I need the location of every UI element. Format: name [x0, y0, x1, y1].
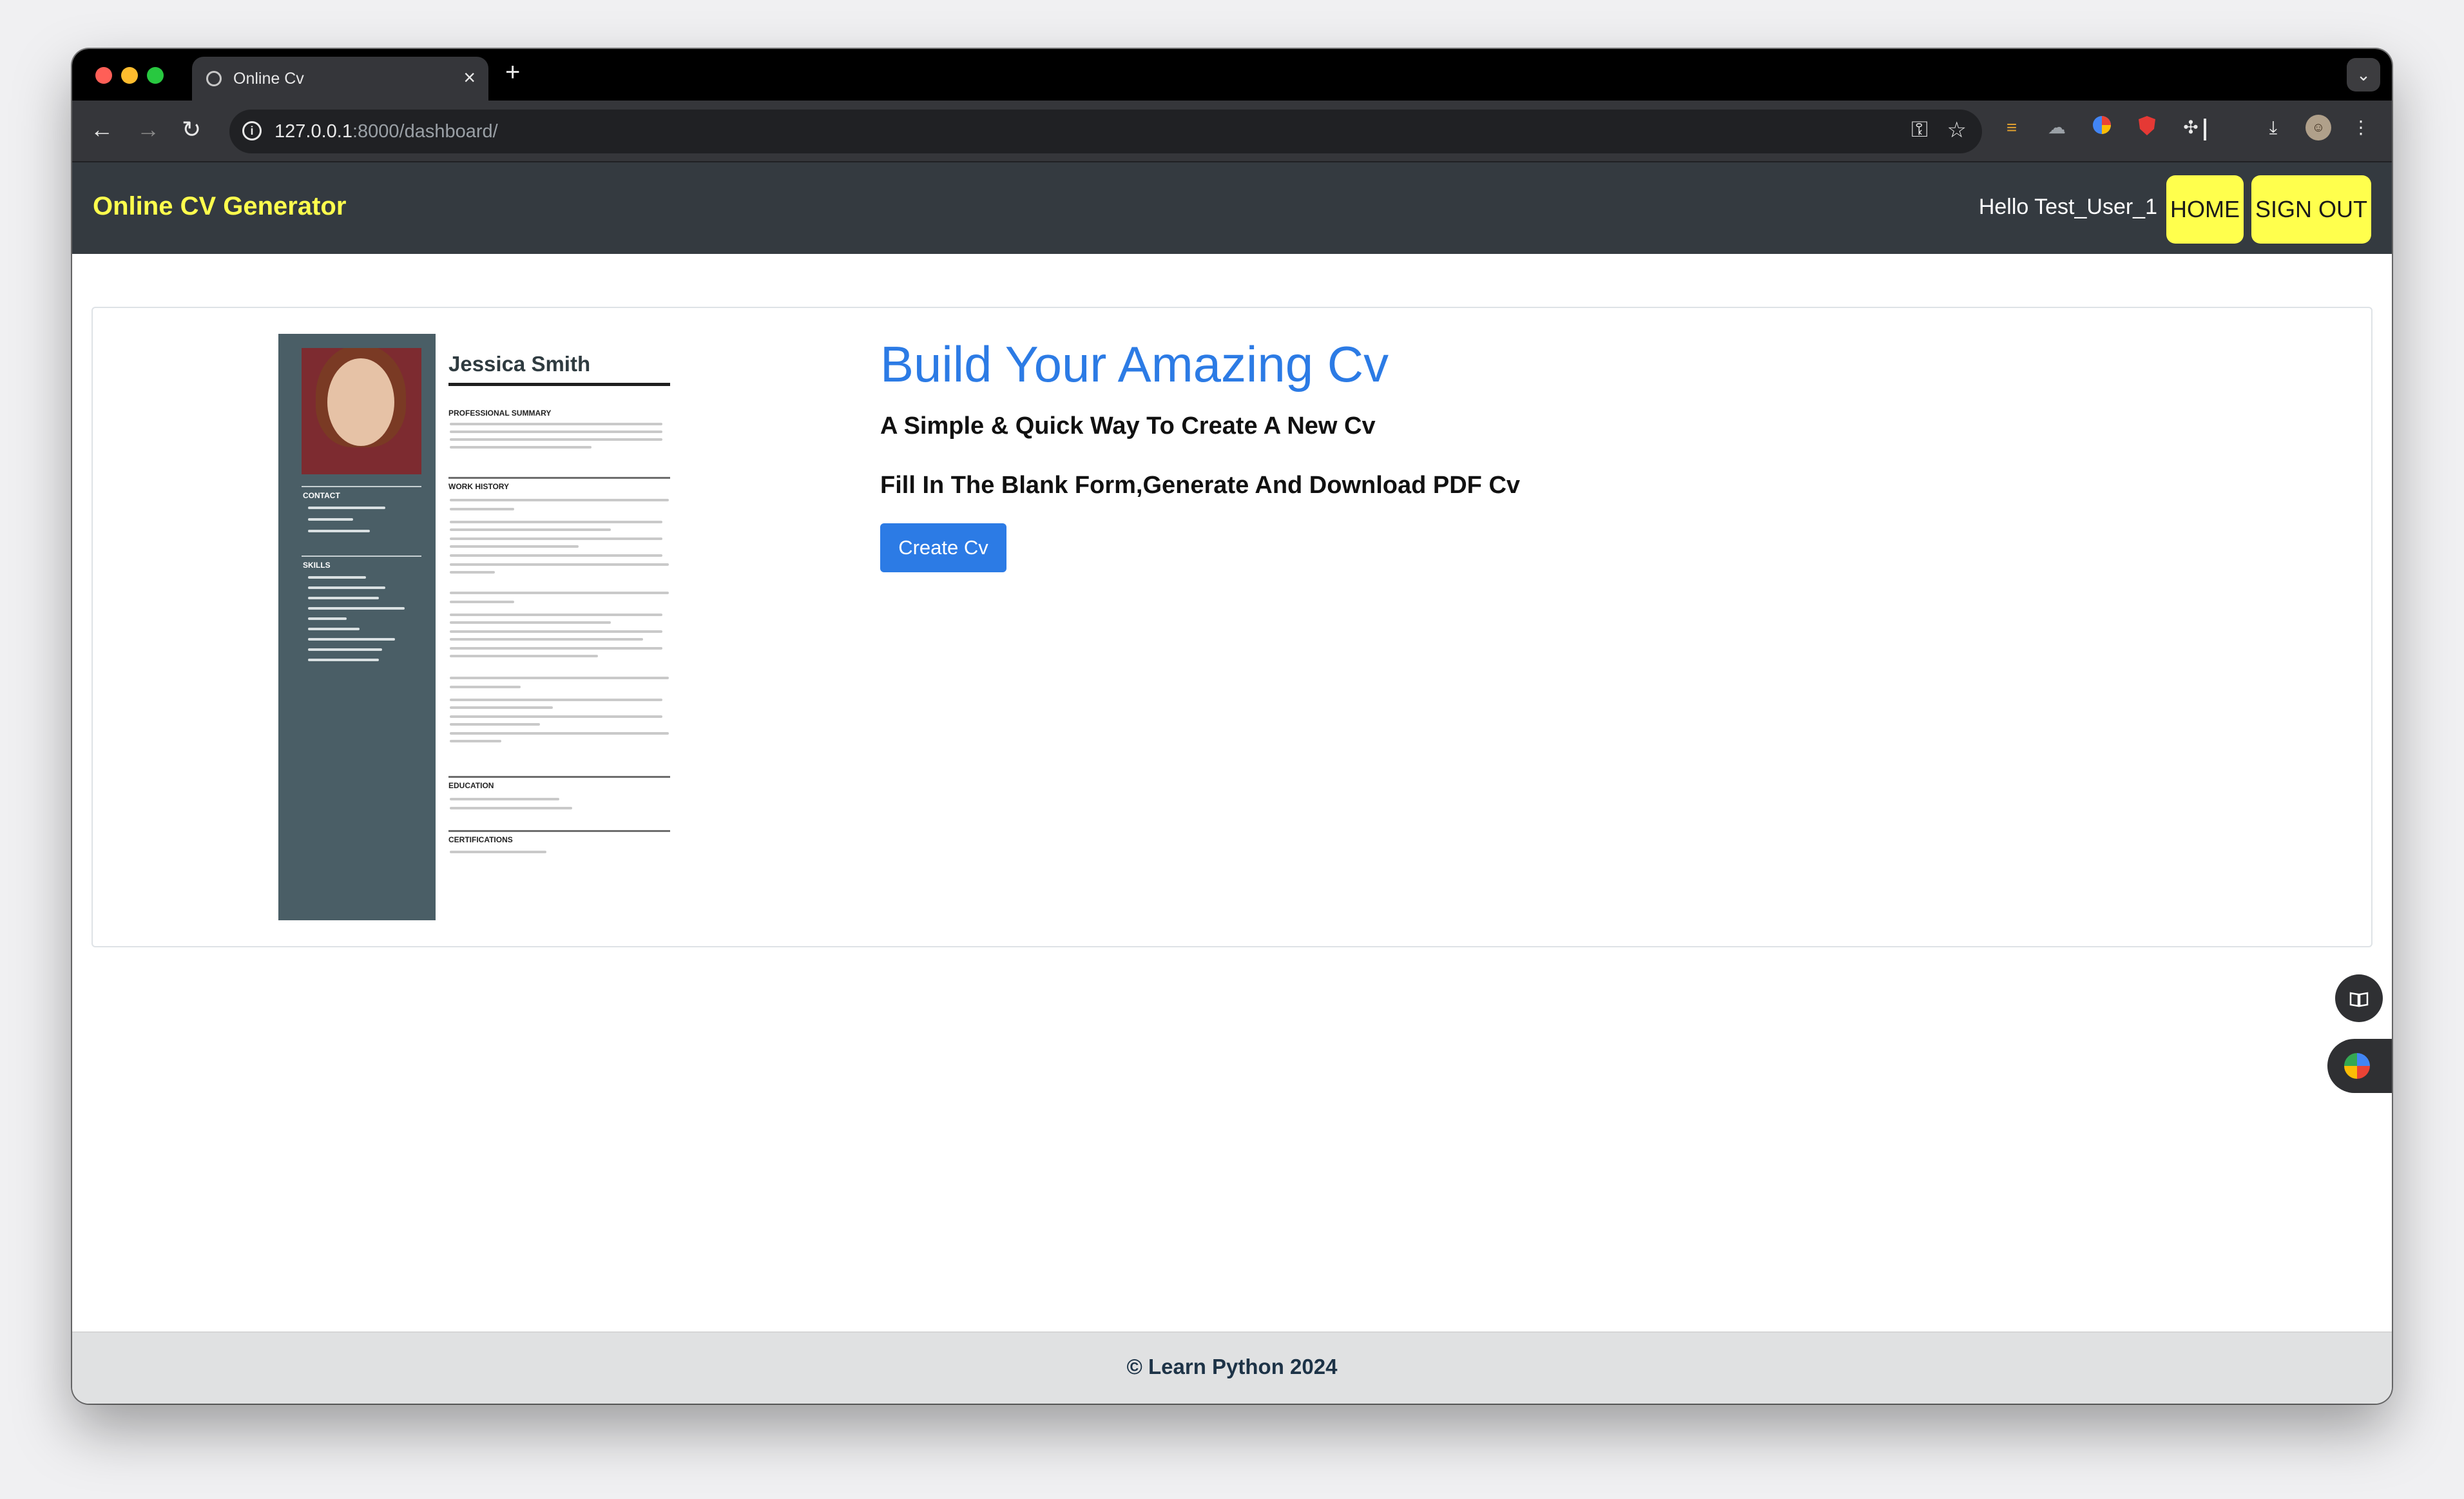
maximize-window-button[interactable] — [147, 67, 164, 84]
minimize-window-button[interactable] — [121, 67, 138, 84]
password-key-icon[interactable]: ⚿ — [1911, 117, 1928, 142]
extension-colorwheel-icon[interactable] — [2089, 115, 2115, 140]
reload-button[interactable]: ↻ — [182, 113, 201, 146]
create-cv-button[interactable]: Create Cv — [880, 523, 1006, 572]
cv-certifications-heading: CERTIFICATIONS — [448, 835, 513, 844]
hero-subtitle: A Simple & Quick Way To Create A New Cv — [880, 412, 1376, 440]
extension-cloud-icon[interactable]: ☁ — [2044, 115, 2070, 140]
user-greeting: Hello Test_User_1 — [1978, 195, 2157, 219]
reading-mode-icon[interactable] — [2335, 974, 2383, 1022]
hero-description: Fill In The Blank Form,Generate And Down… — [880, 472, 1521, 499]
extension-colorwheel-icon — [2344, 1053, 2370, 1079]
cv-work-heading: WORK HISTORY — [448, 482, 510, 491]
cv-name: Jessica Smith — [448, 352, 591, 376]
browser-menu-icon[interactable]: ⋮ — [2348, 115, 2374, 140]
cv-summary-heading: PROFESSIONAL SUMMARY — [448, 409, 552, 418]
new-tab-button[interactable]: + — [505, 58, 520, 87]
home-button[interactable]: HOME — [2166, 175, 2244, 244]
cv-photo — [302, 348, 421, 474]
browser-tab[interactable]: Online Cv × — [192, 57, 488, 102]
url-text: 127.0.0.1:8000/dashboard/ — [274, 121, 498, 142]
address-bar[interactable]: i 127.0.0.1:8000/dashboard/ ⚿ ☆ — [229, 110, 1982, 153]
browser-window: Online Cv × + ⌄ ← → ↻ i 127.0.0.1:8000/d… — [72, 49, 2392, 1404]
brand-link[interactable]: Online CV Generator — [93, 192, 346, 221]
tab-title: Online Cv — [233, 70, 304, 88]
close-tab-icon[interactable]: × — [463, 66, 476, 90]
cv-education-heading: EDUCATION — [448, 781, 494, 790]
extension-stripes-icon[interactable]: ≡ — [1999, 115, 2025, 140]
hero-card: CONTACT SKILLS Jessica Smith PROFESSIONA… — [91, 307, 2373, 947]
extensions-puzzle-icon[interactable]: ✣ — [2178, 115, 2204, 140]
cv-sidebar: CONTACT SKILLS — [278, 334, 436, 920]
side-panel-tab[interactable] — [2327, 1039, 2392, 1093]
toolbar-divider — [2204, 119, 2206, 140]
globe-icon — [206, 71, 222, 86]
hero-title: Build Your Amazing Cv — [880, 336, 1389, 392]
site-navbar: Online CV Generator Hello Test_User_1 HO… — [72, 162, 2392, 254]
footer-copyright: © Learn Python 2024 — [1126, 1355, 1338, 1378]
bookmark-star-icon[interactable]: ☆ — [1947, 117, 1967, 143]
back-button[interactable]: ← — [90, 113, 113, 146]
site-info-icon[interactable]: i — [242, 121, 262, 140]
cv-contact-heading: CONTACT — [303, 491, 340, 500]
tab-strip: Online Cv × + ⌄ — [72, 49, 2392, 102]
footer: © Learn Python 2024 — [72, 1331, 2392, 1404]
close-window-button[interactable] — [95, 67, 112, 84]
cv-skills-heading: SKILLS — [303, 561, 331, 570]
forward-button[interactable]: → — [137, 113, 160, 146]
cv-preview-image: CONTACT SKILLS Jessica Smith PROFESSIONA… — [278, 334, 671, 920]
download-icon[interactable]: ⤓ — [2260, 115, 2286, 140]
sign-out-button[interactable]: SIGN OUT — [2251, 175, 2371, 244]
browser-toolbar: ← → ↻ i 127.0.0.1:8000/dashboard/ ⚿ ☆ ≡ … — [72, 101, 2392, 162]
tab-search-button[interactable]: ⌄ — [2347, 58, 2380, 92]
extension-shield-icon[interactable] — [2134, 115, 2160, 140]
profile-avatar-icon[interactable]: ☺ — [2305, 115, 2331, 140]
